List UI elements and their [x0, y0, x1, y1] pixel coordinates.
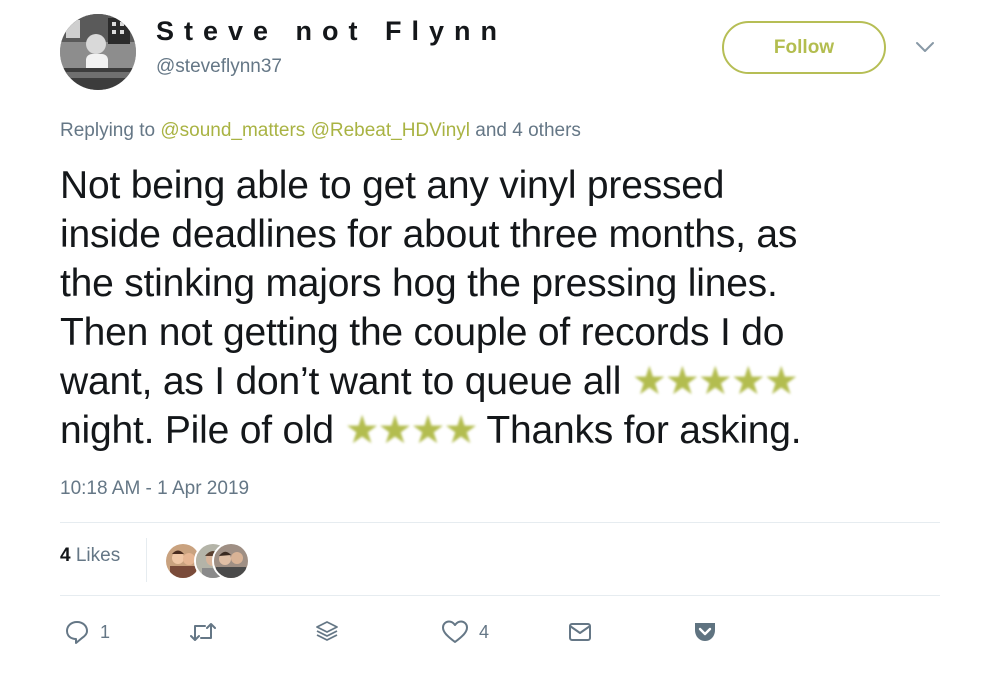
envelope-icon: [567, 619, 593, 645]
mention-rebeat-hdvinyl[interactable]: @Rebeat_HDVinyl: [311, 120, 470, 141]
chevron-down-icon[interactable]: [914, 38, 936, 56]
tweet-timestamp[interactable]: 10:18 AM - 1 Apr 2019: [60, 478, 249, 500]
pocket-icon: [692, 619, 718, 645]
reply-icon: [64, 619, 90, 645]
tweet-line: night. Pile of old ★★★★ Thanks for askin…: [60, 406, 960, 455]
tweet-line: Not being able to get any vinyl pressed: [60, 164, 725, 207]
censored-word: ★★★★★: [631, 360, 799, 403]
retweet-button[interactable]: [188, 619, 218, 645]
avatar-photo: [60, 14, 136, 90]
tweet-line-text: want, as I don’t want to queue all: [60, 360, 622, 403]
retweet-icon: [188, 619, 218, 645]
tweet-line-text: night. Pile of old: [60, 409, 334, 452]
reply-button[interactable]: 1: [64, 619, 110, 645]
replying-prefix: Replying to: [60, 120, 156, 141]
layers-icon: [314, 619, 340, 645]
tweet-line: want, as I don’t want to queue all ★★★★★: [60, 357, 960, 406]
heart-icon: [441, 619, 469, 645]
like-count: 4: [479, 621, 490, 642]
divider: [60, 522, 940, 523]
pocket-button[interactable]: [692, 619, 718, 645]
divider: [60, 595, 940, 596]
follow-button[interactable]: Follow: [722, 21, 886, 74]
stats-divider: [146, 538, 147, 582]
tweet-line: the stinking majors hog the pressing lin…: [60, 262, 778, 305]
replying-to: Replying to @sound_matters @Rebeat_HDVin…: [60, 120, 581, 142]
replying-suffix[interactable]: and 4 others: [475, 120, 581, 141]
likes-stat[interactable]: 4 Likes: [60, 545, 120, 567]
tweet-line: Then not getting the couple of records I…: [60, 311, 785, 354]
layers-button[interactable]: [314, 619, 340, 645]
avatar[interactable]: [60, 14, 136, 90]
reply-count: 1: [100, 621, 111, 642]
like-button[interactable]: 4: [441, 619, 489, 645]
mention-sound-matters[interactable]: @sound_matters: [160, 120, 305, 141]
likes-count: 4: [60, 545, 71, 566]
tweet-line: inside deadlines for about three months,…: [60, 213, 798, 256]
display-name[interactable]: Steve not Flynn: [156, 16, 507, 47]
likes-label: Likes: [75, 545, 121, 566]
liker-avatar[interactable]: [212, 542, 250, 580]
tweet-text: Not being able to get any vinyl pressed …: [60, 161, 960, 455]
user-handle[interactable]: @steveflynn37: [156, 56, 282, 78]
message-button[interactable]: [567, 619, 593, 645]
tweet-line-text: Thanks for asking.: [486, 409, 802, 452]
censored-word: ★★★★: [344, 409, 479, 452]
